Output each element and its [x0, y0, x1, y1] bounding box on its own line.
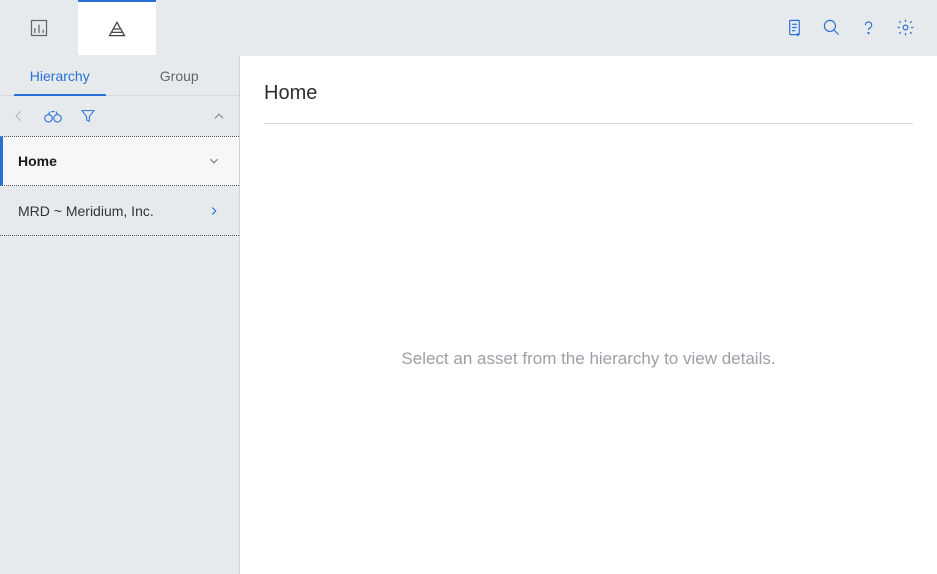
tree: Home MRD ~ Meridium, Inc.: [0, 136, 239, 236]
topbar-left: [0, 0, 156, 55]
topbar-right: [785, 18, 937, 37]
tab-hierarchy[interactable]: Hierarchy: [0, 56, 120, 95]
main: Hierarchy Group: [0, 56, 937, 574]
help-icon[interactable]: [859, 18, 878, 37]
search-icon[interactable]: [822, 18, 841, 37]
sidebar-toolbar-left: [12, 108, 96, 124]
sidebar-toolbar: [0, 96, 239, 136]
tree-item-label: Home: [18, 153, 57, 169]
page-title: Home: [264, 76, 913, 124]
tab-hierarchy-label: Hierarchy: [30, 68, 90, 84]
top-tab-hierarchy[interactable]: [78, 0, 156, 55]
gear-icon[interactable]: [896, 18, 915, 37]
tab-group-label: Group: [160, 68, 199, 84]
tree-item-mrd[interactable]: MRD ~ Meridium, Inc.: [0, 186, 239, 236]
collapse-up-icon[interactable]: [211, 109, 227, 123]
content: Home Select an asset from the hierarchy …: [240, 56, 937, 574]
hierarchy-icon: [107, 19, 127, 39]
binoculars-icon[interactable]: [44, 108, 62, 124]
back-icon: [12, 109, 26, 123]
tree-item-label: MRD ~ Meridium, Inc.: [18, 203, 154, 219]
dashboard-icon: [29, 18, 49, 38]
top-tab-dashboard[interactable]: [0, 0, 78, 55]
tab-group[interactable]: Group: [120, 56, 240, 95]
topbar: [0, 0, 937, 56]
clipboard-icon[interactable]: [785, 18, 804, 37]
filter-icon[interactable]: [80, 108, 96, 124]
chevron-right-icon: [207, 204, 221, 218]
tree-item-home[interactable]: Home: [0, 136, 239, 186]
chevron-down-icon: [207, 154, 221, 168]
sidebar: Hierarchy Group: [0, 56, 240, 574]
empty-state-text: Select an asset from the hierarchy to vi…: [264, 124, 913, 554]
sidebar-tabs: Hierarchy Group: [0, 56, 239, 96]
